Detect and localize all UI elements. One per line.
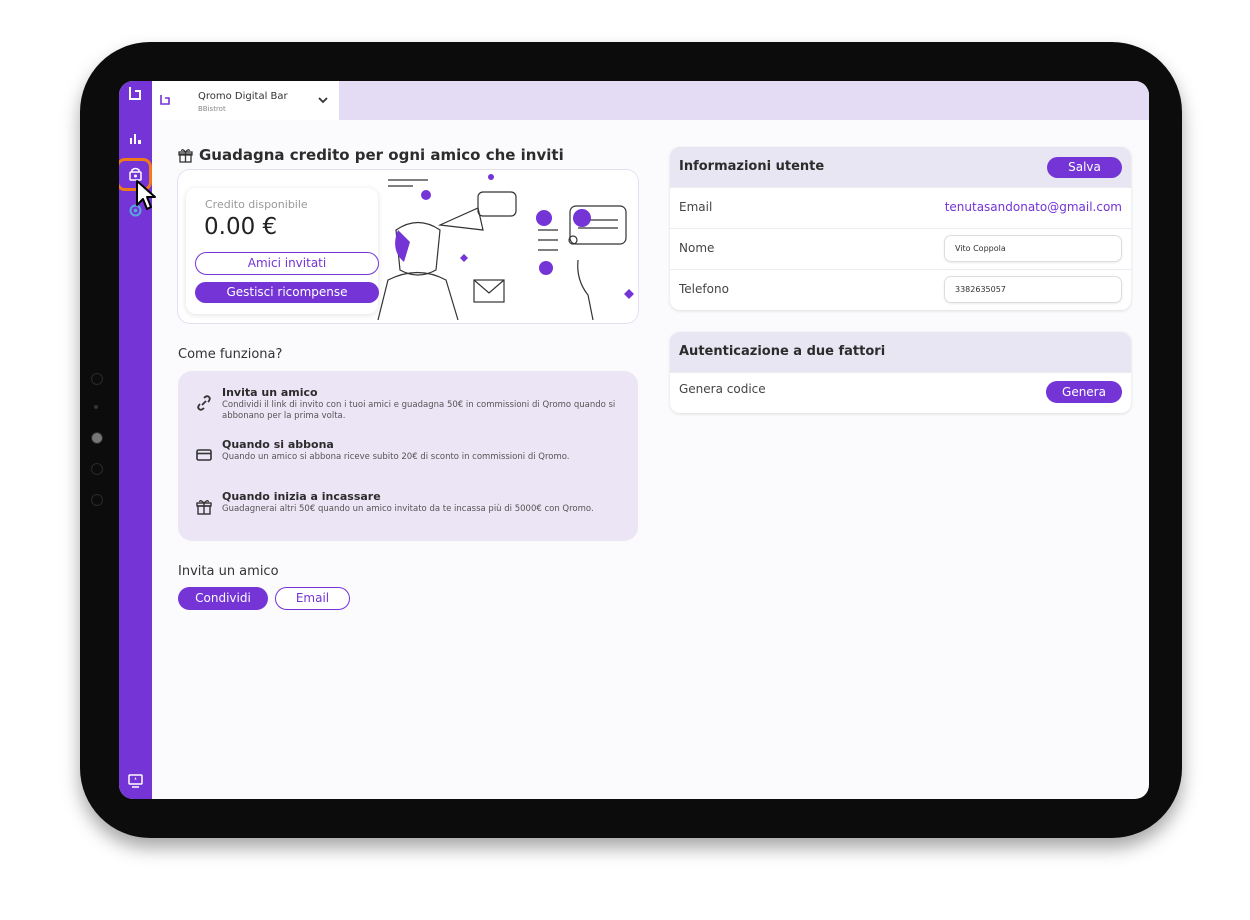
- credit-label: Credito disponibile: [205, 198, 308, 211]
- gift-icon: [178, 149, 193, 163]
- generate-code-row: Genera codice Genera: [670, 372, 1131, 413]
- analytics-icon[interactable]: [127, 130, 144, 147]
- tablet-mic-2: [91, 494, 103, 506]
- manage-rewards-button[interactable]: Gestisci ricompense: [195, 282, 379, 303]
- credit-card: Credito disponibile 0.00 € Amici invitat…: [186, 188, 379, 314]
- app-screen: Qromo Digital Bar BBistrot Guadagna cred…: [119, 81, 1149, 799]
- two-factor-panel: Autenticazione a due fattori Genera codi…: [670, 332, 1131, 413]
- user-info-title: Informazioni utente: [679, 159, 825, 174]
- two-factor-title: Autenticazione a due fattori: [679, 344, 886, 359]
- venue-logo-icon: [160, 95, 170, 105]
- how-it-works-label: Come funziona?: [178, 347, 283, 362]
- logo-icon[interactable]: [127, 85, 144, 102]
- tablet-camera: [91, 373, 103, 385]
- step-title: Quando inizia a incassare: [222, 490, 381, 503]
- venue-name: Qromo Digital Bar: [198, 91, 288, 102]
- share-button[interactable]: Condividi: [178, 587, 268, 610]
- card-icon: [196, 449, 212, 461]
- step-description: Condividi il link di invito con i tuoi a…: [222, 400, 616, 421]
- email-row: Email tenutasandonato@gmail.com: [670, 187, 1131, 228]
- invited-friends-button[interactable]: Amici invitati: [195, 252, 379, 275]
- name-label: Nome: [679, 241, 715, 255]
- step-title: Quando si abbona: [222, 438, 334, 451]
- link-icon: [197, 395, 211, 411]
- step-description: Guadagnerai altri 50€ quando un amico in…: [222, 504, 594, 514]
- generate-code-label: Genera codice: [679, 382, 766, 396]
- tablet-lens: [91, 432, 103, 444]
- venue-subtitle: BBistrot: [198, 105, 226, 113]
- tablet-mic: [91, 463, 103, 475]
- display-icon[interactable]: [127, 772, 144, 789]
- email-value: tenutasandonato@gmail.com: [944, 200, 1122, 214]
- step-title: Invita un amico: [222, 386, 318, 399]
- generate-button[interactable]: Genera: [1046, 381, 1122, 403]
- page-title: Guadagna credito per ogni amico che invi…: [199, 146, 564, 164]
- step-description: Quando un amico si abbona riceve subito …: [222, 452, 570, 462]
- tablet-sensor: [94, 405, 98, 409]
- email-invite-button[interactable]: Email: [275, 587, 350, 610]
- save-button[interactable]: Salva: [1047, 157, 1122, 178]
- name-field[interactable]: Vito Coppola: [944, 235, 1122, 262]
- referral-banner: Credito disponibile 0.00 € Amici invitat…: [178, 170, 638, 323]
- main-content: Guadagna credito per ogni amico che invi…: [152, 120, 1149, 799]
- chevron-down-icon[interactable]: [317, 94, 329, 106]
- invite-friend-label: Invita un amico: [178, 564, 279, 579]
- email-label: Email: [679, 200, 713, 214]
- phone-field[interactable]: 3382635057: [944, 276, 1122, 303]
- how-it-works-box: Invita un amico Condividi il link di inv…: [178, 371, 638, 541]
- sidebar: [119, 81, 156, 799]
- gift-icon: [196, 500, 212, 515]
- top-bar: Qromo Digital Bar BBistrot: [152, 81, 1149, 120]
- name-row: Nome Vito Coppola: [670, 228, 1131, 269]
- phone-label: Telefono: [679, 282, 729, 296]
- user-info-header: Informazioni utente Salva: [670, 147, 1131, 187]
- user-info-panel: Informazioni utente Salva Email tenutasa…: [670, 147, 1131, 310]
- venue-selector[interactable]: Qromo Digital Bar BBistrot: [152, 81, 339, 120]
- phone-row: Telefono 3382635057: [670, 269, 1131, 310]
- two-factor-header: Autenticazione a due fattori: [670, 332, 1131, 372]
- credit-amount: 0.00 €: [204, 214, 278, 240]
